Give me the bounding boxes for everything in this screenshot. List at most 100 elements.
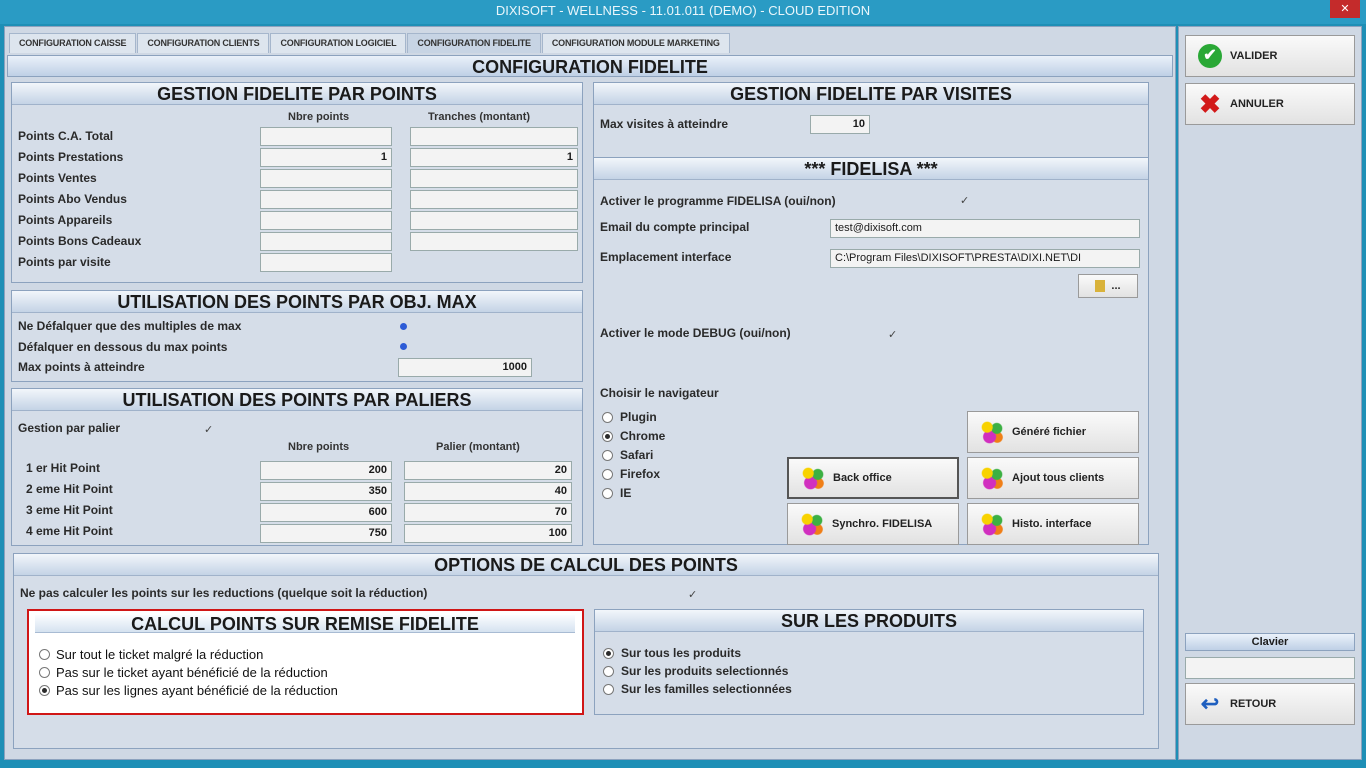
points-ventes-nbre[interactable] <box>260 169 392 188</box>
max-points-input[interactable]: 1000 <box>398 358 532 377</box>
produits-tous-radio[interactable] <box>603 648 614 659</box>
points-prestations-tranche[interactable]: 1 <box>410 148 578 167</box>
email-field[interactable]: test@dixisoft.com <box>830 219 1140 238</box>
remise-opt1-radio[interactable] <box>39 649 50 660</box>
synchro-label: Synchro. FIDELISA <box>832 518 933 530</box>
calcul-remise-title: CALCUL POINTS SUR REMISE FIDELITE <box>35 615 575 633</box>
checkmark-icon: ✔ <box>1198 44 1222 68</box>
back-office-label: Back office <box>833 472 892 484</box>
familles-selection-radio[interactable] <box>603 684 614 695</box>
valider-button[interactable]: ✔ VALIDER <box>1185 35 1355 77</box>
gestion-points-group: GESTION FIDELITE PAR POINTS Nbre points … <box>11 82 583 283</box>
nav-safari-radio[interactable] <box>602 450 613 461</box>
opt-dessous-label: Défalquer en dessous du max points <box>18 340 228 354</box>
fidelisa-icon <box>980 466 1004 490</box>
points-prestations-nbre[interactable]: 1 <box>260 148 392 167</box>
remise-opt2-radio[interactable] <box>39 667 50 678</box>
row-label: 1 er Hit Point <box>26 461 101 475</box>
row-label: Points Abo Vendus <box>18 192 127 206</box>
palier-3-points[interactable]: 600 <box>260 503 392 522</box>
opt-multiples-radio[interactable] <box>400 323 407 330</box>
browse-label: ... <box>1111 280 1121 292</box>
valider-label: VALIDER <box>1230 50 1278 62</box>
back-arrow-icon: ↩ <box>1200 691 1220 716</box>
tab-configuration-caisse[interactable]: CONFIGURATION CAISSE <box>9 33 137 53</box>
tab-configuration-fidelite[interactable]: CONFIGURATION FIDELITE <box>407 33 541 53</box>
back-office-button[interactable]: Back office <box>787 457 959 499</box>
synchro-fidelisa-button[interactable]: Synchro. FIDELISA <box>787 503 959 545</box>
points-ventes-tranche[interactable] <box>410 169 578 188</box>
nav-plugin-radio[interactable] <box>602 412 613 423</box>
remise-opt1-row[interactable]: Sur tout le ticket malgré la réduction <box>39 647 263 662</box>
points-bons-tranche[interactable] <box>410 232 578 251</box>
window-titlebar: DIXISOFT - WELLNESS - 11.01.011 (DEMO) -… <box>0 0 1366 24</box>
max-visites-input[interactable]: 10 <box>810 115 870 134</box>
tab-configuration-clients[interactable]: CONFIGURATION CLIENTS <box>137 33 270 53</box>
produits-selection-radio[interactable] <box>603 666 614 677</box>
palier-3-montant[interactable]: 70 <box>404 503 572 522</box>
clavier-field[interactable] <box>1185 657 1355 679</box>
familles-selection-label: Sur les familles selectionnées <box>621 682 792 696</box>
points-abo-nbre[interactable] <box>260 190 392 209</box>
paliers-group: UTILISATION DES POINTS PAR PALIERS Gesti… <box>11 388 583 546</box>
points-bons-nbre[interactable] <box>260 232 392 251</box>
max-points-label: Max points à atteindre <box>18 360 145 374</box>
emplacement-field[interactable]: C:\Program Files\DIXISOFT\PRESTA\DIXI.NE… <box>830 249 1140 268</box>
palier-4-montant[interactable]: 100 <box>404 524 572 543</box>
palier-4-points[interactable]: 750 <box>260 524 392 543</box>
max-visites-label: Max visites à atteindre <box>600 117 729 131</box>
remise-opt1-label: Sur tout le ticket malgré la réduction <box>56 647 264 662</box>
debug-label: Activer le mode DEBUG (oui/non) <box>600 326 791 340</box>
annuler-label: ANNULER <box>1230 98 1284 110</box>
gestion-palier-checkbox[interactable]: ✓ <box>204 423 213 436</box>
ajout-clients-button[interactable]: Ajout tous clients <box>967 457 1139 499</box>
points-abo-tranche[interactable] <box>410 190 578 209</box>
palier-2-montant[interactable]: 40 <box>404 482 572 501</box>
nav-firefox-radio[interactable] <box>602 469 613 480</box>
nav-chrome-radio[interactable] <box>602 431 613 442</box>
genere-fichier-button[interactable]: Généré fichier <box>967 411 1139 453</box>
tab-configuration-logiciel[interactable]: CONFIGURATION LOGICIEL <box>270 33 407 53</box>
genere-fichier-label: Généré fichier <box>1012 426 1086 438</box>
points-ca-total-tranche[interactable] <box>410 127 578 146</box>
remise-opt3-radio[interactable] <box>39 685 50 696</box>
tab-configuration-module-marketing[interactable]: CONFIGURATION MODULE MARKETING <box>541 33 730 53</box>
remise-opt3-row[interactable]: Pas sur les lignes ayant bénéficié de la… <box>39 683 338 698</box>
options-calcul-title: OPTIONS DE CALCUL DES POINTS <box>14 554 1158 576</box>
tab-bar: CONFIGURATION CAISSE CONFIGURATION CLIEN… <box>9 33 731 53</box>
retour-button[interactable]: ↩ RETOUR <box>1185 683 1355 725</box>
remise-opt2-row[interactable]: Pas sur le ticket ayant bénéficié de la … <box>39 665 328 680</box>
fidelisa-group: *** FIDELISA *** Activer le programme FI… <box>593 157 1149 545</box>
debug-checkbox[interactable]: ✓ <box>888 328 897 341</box>
points-ca-total-nbre[interactable] <box>260 127 392 146</box>
palier-1-montant[interactable]: 20 <box>404 461 572 480</box>
row-label: Points par visite <box>18 255 111 269</box>
no-reduc-label: Ne pas calculer les points sur les reduc… <box>20 586 428 600</box>
produits-group: SUR LES PRODUITS Sur tous les produits S… <box>594 609 1144 715</box>
remise-opt3-label: Pas sur les lignes ayant bénéficié de la… <box>56 683 338 698</box>
annuler-button[interactable]: ✖ ANNULER <box>1185 83 1355 125</box>
opt-multiples-label: Ne Défalquer que des multiples de max <box>18 319 242 333</box>
points-appareils-tranche[interactable] <box>410 211 578 230</box>
clavier-title: Clavier <box>1185 633 1355 651</box>
palier-1-points[interactable]: 200 <box>260 461 392 480</box>
close-icon[interactable]: ✕ <box>1330 0 1360 18</box>
nav-chrome-label: Chrome <box>620 429 666 443</box>
palier-2-points[interactable]: 350 <box>260 482 392 501</box>
row-label: 2 eme Hit Point <box>26 482 113 496</box>
nav-plugin-label: Plugin <box>620 410 657 424</box>
opt-dessous-radio[interactable] <box>400 343 407 350</box>
remise-opt2-label: Pas sur le ticket ayant bénéficié de la … <box>56 665 328 680</box>
paliers-title: UTILISATION DES POINTS PAR PALIERS <box>12 389 582 411</box>
nav-ie-radio[interactable] <box>602 488 613 499</box>
points-par-visite-nbre[interactable] <box>260 253 392 272</box>
window-title: DIXISOFT - WELLNESS - 11.01.011 (DEMO) -… <box>495 3 871 18</box>
col-nbre-points: Nbre points <box>288 111 350 123</box>
browse-folder-button[interactable]: ... <box>1078 274 1138 298</box>
histo-interface-button[interactable]: Histo. interface <box>967 503 1139 545</box>
ajout-clients-label: Ajout tous clients <box>1012 472 1105 484</box>
points-appareils-nbre[interactable] <box>260 211 392 230</box>
produits-title: SUR LES PRODUITS <box>595 610 1143 632</box>
activer-fidelisa-checkbox[interactable]: ✓ <box>960 194 969 207</box>
no-reduc-checkbox[interactable]: ✓ <box>688 588 697 601</box>
